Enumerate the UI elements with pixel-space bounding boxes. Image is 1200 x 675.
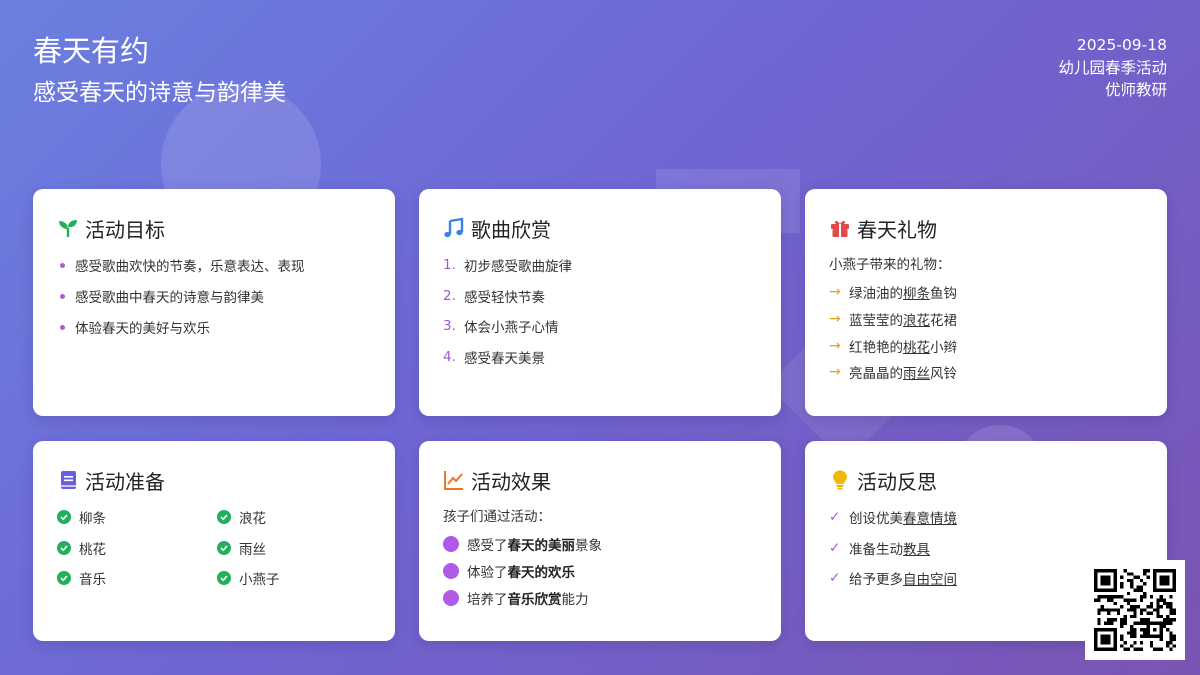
effect-intro: 孩子们通过活动： bbox=[443, 509, 551, 525]
list-item: 小燕子 bbox=[217, 568, 367, 588]
list-item: 感受歌曲欢快的节奏，乐意表达、表现 bbox=[57, 255, 371, 275]
list-item: → 亮晶晶的 雨丝 风铃 bbox=[829, 364, 957, 383]
prep-grid: 柳条 浪花 桃花 雨丝 音乐 小燕子 bbox=[57, 507, 371, 588]
lightbulb-icon bbox=[829, 469, 851, 491]
list-item: 4. 感受春天美景 bbox=[443, 348, 545, 367]
list-item: 感受了 春天的美丽 景象 bbox=[443, 534, 757, 554]
card-prep: 活动准备 柳条 浪花 桃花 雨丝 音乐 小燕子 bbox=[33, 441, 395, 641]
qr-code bbox=[1085, 560, 1185, 660]
list-item: 音乐 bbox=[57, 568, 217, 588]
check-circle-icon bbox=[57, 540, 71, 555]
music-note-icon bbox=[443, 217, 465, 239]
list-item: 1. 初步感受歌曲旋律 bbox=[443, 257, 572, 275]
card-title: 活动准备 bbox=[85, 469, 165, 494]
sprout-icon bbox=[57, 217, 79, 239]
list-item: 柳条 bbox=[57, 507, 217, 527]
chart-line-icon bbox=[443, 469, 465, 491]
date-label: 2025-09-18 bbox=[1076, 36, 1167, 54]
card-song: 歌曲欣赏 1. 初步感受歌曲旋律 2. 感受轻快节奏 3. 体会小燕子心情 4. 感受春… bbox=[419, 189, 781, 416]
list-item: 体验了 春天的欢乐 bbox=[443, 561, 757, 581]
book-icon bbox=[57, 469, 79, 491]
card-gift: 春天礼物 小燕子带来的礼物： → 绿油油的 柳条 鱼钩 → 蓝莹莹的 浪花 花裙 → 红艳艳的… bbox=[805, 189, 1167, 416]
page-title: 春天有约 bbox=[33, 34, 150, 68]
list-item: 感受歌曲中春天的诗意与韵律美 bbox=[57, 286, 371, 306]
page-subtitle: 感受春天的诗意与韵律美 bbox=[33, 80, 286, 106]
song-list: 1. 初步感受歌曲旋律 2. 感受轻快节奏 3. 体会小燕子心情 4. 感受春天美景 bbox=[443, 255, 757, 367]
list-item: 2. 感受轻快节奏 bbox=[443, 287, 545, 306]
check-circle-icon bbox=[217, 571, 231, 585]
list-item: 体验春天的美好与欢乐 bbox=[57, 317, 371, 337]
list-item: 雨丝 bbox=[217, 538, 367, 558]
list-item: → 绿油油的 柳条 鱼钩 bbox=[829, 284, 957, 302]
card-effect: 活动效果 孩子们通过活动： 感受了 春天的美丽 景象 体验了 春天的欢乐 培养了 音乐欣… bbox=[419, 441, 781, 641]
card-title: 活动目标 bbox=[85, 217, 165, 242]
list-item: 培养了 音乐欣赏 能力 bbox=[443, 588, 757, 608]
list-item: 浪花 bbox=[217, 507, 367, 527]
check-circle-icon bbox=[57, 510, 71, 524]
goals-list: 感受歌曲欢快的节奏，乐意表达、表现 感受歌曲中春天的诗意与韵律美 体验春天的美好… bbox=[57, 255, 371, 337]
card-goals: 活动目标 感受歌曲欢快的节奏，乐意表达、表现 感受歌曲中春天的诗意与韵律美 体验… bbox=[33, 189, 395, 416]
list-item: ✓ 准备生动 教具 bbox=[829, 539, 930, 558]
card-title: 活动反思 bbox=[857, 469, 937, 494]
list-item: ✓ 创设优美 春意情境 bbox=[829, 509, 957, 527]
gift-icon bbox=[829, 217, 851, 239]
card-title: 春天礼物 bbox=[857, 217, 937, 242]
gift-intro: 小燕子带来的礼物： bbox=[829, 257, 951, 273]
list-item: 3. 体会小燕子心情 bbox=[443, 318, 559, 336]
check-circle-icon bbox=[217, 510, 231, 524]
author-label: 优师教研 bbox=[1104, 81, 1167, 99]
check-circle-icon bbox=[217, 540, 231, 555]
gift-list: → 绿油油的 柳条 鱼钩 → 蓝莹莹的 浪花 花裙 → 红艳艳的 桃花 小辫 → 亮晶晶的 雨丝 风铃 bbox=[829, 282, 1143, 382]
check-circle-icon bbox=[57, 571, 71, 585]
activity-label: 幼儿园春季活动 bbox=[1058, 58, 1167, 77]
list-item: → 红艳艳的 桃花 小辫 bbox=[829, 337, 957, 356]
header-meta: 2025-09-18 幼儿园春季活动 优师教研 bbox=[1058, 34, 1167, 102]
header: 春天有约 感受春天的诗意与韵律美 bbox=[33, 32, 286, 108]
list-item: → 蓝莹莹的 浪花 花裙 bbox=[829, 310, 957, 329]
effect-list: 感受了 春天的美丽 景象 体验了 春天的欢乐 培养了 音乐欣赏 能力 bbox=[443, 534, 757, 608]
card-title: 活动效果 bbox=[471, 469, 551, 494]
card-title: 歌曲欣赏 bbox=[471, 217, 551, 242]
list-item: 桃花 bbox=[57, 538, 217, 558]
